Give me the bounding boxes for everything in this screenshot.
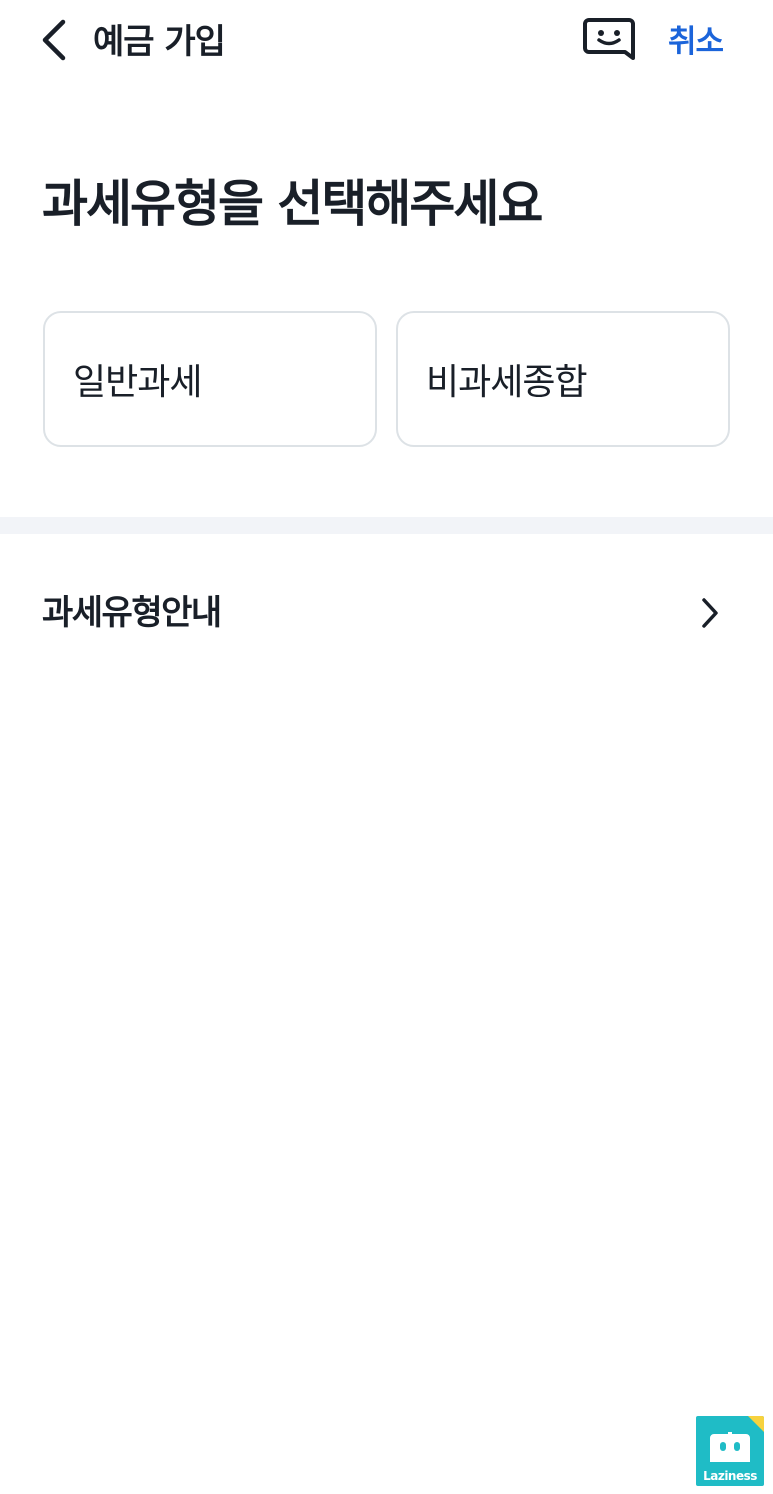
page-title: 예금 가입: [93, 22, 226, 62]
option-label: 일반과세: [73, 362, 202, 403]
screen: 예금 가입 취소 과세유형을 선택해주세요 일반과세 비과세종합 과세유형안내: [0, 0, 773, 1494]
laziness-logo: Laziness: [696, 1416, 764, 1486]
chevron-right-icon: [692, 592, 728, 634]
option-tax-free-comprehensive[interactable]: 비과세종합: [396, 311, 730, 447]
logo-wordmark: Laziness: [703, 1469, 757, 1483]
top-bar: 예금 가입 취소: [0, 0, 773, 86]
chat-smile-icon: [583, 16, 637, 70]
logo-face-icon: [710, 1432, 750, 1462]
chevron-left-icon: [39, 18, 69, 66]
section-divider: [0, 517, 773, 534]
option-label: 비과세종합: [426, 362, 588, 403]
cancel-button[interactable]: 취소: [668, 18, 724, 66]
tax-type-guide-label: 과세유형안내: [42, 593, 222, 633]
option-general-tax[interactable]: 일반과세: [43, 311, 377, 447]
back-button[interactable]: [30, 18, 78, 66]
chat-button[interactable]: [580, 16, 640, 70]
section-heading: 과세유형을 선택해주세요: [42, 175, 543, 233]
tax-type-guide-row[interactable]: 과세유형안내: [0, 566, 773, 660]
